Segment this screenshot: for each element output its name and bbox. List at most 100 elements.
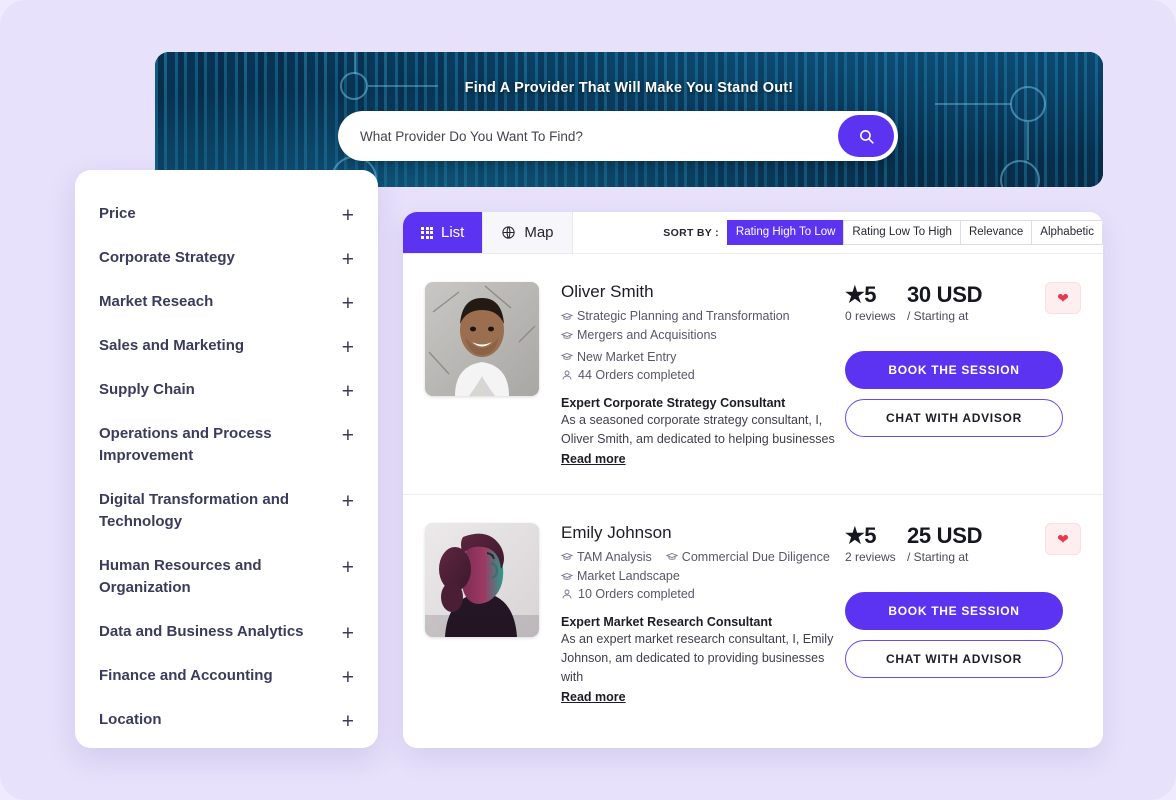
skill-tag: Commercial Due Diligence bbox=[665, 548, 830, 567]
price-note: / Starting at bbox=[907, 309, 969, 323]
provider-headline: Expert Market Research Consultant bbox=[561, 615, 773, 630]
skill-icon bbox=[561, 353, 573, 361]
tab-label: List bbox=[441, 224, 465, 241]
provider-info: Emily Johnson TAM Analysis Commercial Du… bbox=[539, 523, 845, 706]
skill-tag: Strategic Planning and Transformation bbox=[561, 307, 790, 326]
read-more-link[interactable]: Read more bbox=[561, 690, 626, 704]
plus-icon: + bbox=[341, 709, 354, 733]
plus-icon: + bbox=[341, 423, 354, 447]
circuit-trace bbox=[354, 52, 356, 74]
heart-icon: ❤ bbox=[1057, 290, 1069, 306]
reviews-count: 2 reviews bbox=[845, 549, 896, 564]
book-session-button[interactable]: BOOK THE SESSION bbox=[845, 591, 1063, 630]
plus-icon: + bbox=[341, 665, 354, 689]
provider-info: Oliver Smith Strategic Planning and Tran… bbox=[539, 282, 845, 468]
filter-label: Market Reseach bbox=[99, 292, 214, 310]
skill-tag-label: Commercial Due Diligence bbox=[681, 549, 830, 564]
sort-option-rating-low-to-high[interactable]: Rating Low To High bbox=[843, 219, 960, 246]
filter-label: Supply Chain bbox=[99, 380, 195, 398]
avatar[interactable] bbox=[425, 522, 539, 637]
skill-tag-label: TAM Analysis bbox=[577, 549, 652, 564]
plus-icon: + bbox=[341, 379, 354, 403]
plus-icon: + bbox=[341, 203, 354, 227]
filter-label: Digital Transformation and Technology bbox=[99, 490, 290, 531]
price-row: ★5 2 reviews 25 USD / Starting at ❤ bbox=[845, 522, 1081, 564]
avatar-photo-emily-johnson bbox=[425, 522, 539, 637]
search-bar bbox=[338, 111, 898, 161]
provider-pricing: ★5 2 reviews 25 USD / Starting at ❤ BOOK… bbox=[845, 522, 1081, 706]
filter-item-human-resources-and-organization[interactable]: Human Resources and Organization + bbox=[99, 544, 354, 610]
rating-block: ★5 2 reviews bbox=[845, 523, 907, 564]
orders-completed: 44 Orders completed bbox=[561, 368, 695, 382]
skill-tag: Mergers and Acquisitions bbox=[561, 326, 717, 345]
avatar[interactable] bbox=[425, 282, 539, 396]
sort-controls: SORT BY : Rating High To Low Rating Low … bbox=[663, 212, 1103, 253]
filter-item-digital-transformation-and-technology[interactable]: Digital Transformation and Technology + bbox=[99, 478, 354, 544]
reviews-count: 0 reviews bbox=[845, 309, 896, 323]
person-icon bbox=[562, 589, 572, 599]
provider-card: Oliver Smith Strategic Planning and Tran… bbox=[403, 254, 1103, 494]
plus-icon: + bbox=[341, 335, 354, 359]
price-row: ★5 0 reviews 30 USD / Starting at ❤ bbox=[845, 282, 1081, 323]
provider-headline: Expert Corporate Strategy Consultant bbox=[561, 396, 786, 411]
skill-tags: TAM Analysis Commercial Due Diligence bbox=[561, 548, 837, 567]
skill-tag: Market Landscape bbox=[561, 567, 680, 586]
results-panel: List Map SORT BY : Rating High To Low Ra… bbox=[403, 212, 1103, 748]
filter-label: Finance and Accounting bbox=[99, 666, 273, 684]
plus-icon: + bbox=[341, 555, 354, 579]
price-note: / Starting at bbox=[907, 549, 969, 564]
sort-option-rating-high-to-low[interactable]: Rating High To Low bbox=[726, 219, 844, 246]
filter-item-operations-and-process-improvement[interactable]: Operations and Process Improvement + bbox=[99, 412, 354, 478]
globe-icon bbox=[502, 226, 515, 239]
plus-icon: + bbox=[341, 489, 354, 513]
filter-item-price[interactable]: Price + bbox=[99, 192, 354, 236]
search-button[interactable] bbox=[838, 115, 894, 157]
price-block: 25 USD / Starting at bbox=[907, 523, 1045, 564]
rating-value: ★5 bbox=[845, 282, 876, 307]
filter-item-supply-chain[interactable]: Supply Chain + bbox=[99, 368, 354, 412]
filter-item-location[interactable]: Location + bbox=[99, 698, 354, 742]
plus-icon: + bbox=[341, 247, 354, 271]
skill-icon bbox=[561, 553, 573, 561]
filter-label: Sales and Marketing bbox=[99, 336, 245, 354]
sort-option-alphabetic[interactable]: Alphabetic bbox=[1031, 219, 1103, 246]
orders-label: 44 Orders completed bbox=[578, 368, 695, 383]
filter-item-market-research[interactable]: Market Reseach + bbox=[99, 280, 354, 324]
sort-by-label: SORT BY : bbox=[663, 226, 719, 239]
price-value: 30 USD bbox=[907, 282, 983, 307]
search-input[interactable] bbox=[338, 128, 838, 144]
favorite-button[interactable]: ❤ bbox=[1045, 282, 1081, 314]
tab-list[interactable]: List bbox=[403, 212, 484, 253]
price-value: 25 USD bbox=[907, 522, 983, 548]
avatar-photo-oliver-smith bbox=[425, 282, 539, 396]
heart-icon: ❤ bbox=[1057, 530, 1069, 547]
filter-item-corporate-strategy[interactable]: Corporate Strategy + bbox=[99, 236, 354, 280]
provider-description: As an expert market research consultant,… bbox=[561, 632, 834, 684]
filter-label: Operations and Process Improvement bbox=[99, 424, 272, 465]
sort-option-relevance[interactable]: Relevance bbox=[959, 219, 1032, 246]
skill-tag-label: Strategic Planning and Transformation bbox=[577, 309, 790, 323]
tab-label: Map bbox=[524, 224, 554, 241]
book-session-button[interactable]: BOOK THE SESSION bbox=[845, 351, 1063, 389]
filter-item-data-and-business-analytics[interactable]: Data and Business Analytics + bbox=[99, 610, 354, 654]
tab-map[interactable]: Map bbox=[483, 212, 573, 253]
provider-name: Oliver Smith bbox=[561, 282, 654, 301]
rating-value: ★5 bbox=[845, 522, 876, 548]
circuit-trace bbox=[1027, 122, 1029, 160]
skill-tag-label: New Market Entry bbox=[577, 349, 677, 364]
chat-with-advisor-button[interactable]: CHAT WITH ADVISOR bbox=[845, 639, 1063, 678]
hero-banner: Find A Provider That Will Make You Stand… bbox=[155, 52, 1103, 187]
read-more-link[interactable]: Read more bbox=[561, 452, 626, 466]
chat-with-advisor-button[interactable]: CHAT WITH ADVISOR bbox=[845, 399, 1063, 437]
orders-label: 10 Orders completed bbox=[578, 587, 695, 602]
filter-item-sales-and-marketing[interactable]: Sales and Marketing + bbox=[99, 324, 354, 368]
filter-item-finance-and-accounting[interactable]: Finance and Accounting + bbox=[99, 654, 354, 698]
hero-title: Find A Provider That Will Make You Stand… bbox=[464, 80, 794, 96]
search-icon bbox=[859, 129, 874, 144]
filter-label: Human Resources and Organization bbox=[99, 556, 262, 597]
skill-tags: Mergers and Acquisitions New Market Entr… bbox=[561, 326, 837, 367]
skill-tags: Market Landscape bbox=[561, 567, 837, 586]
plus-icon: + bbox=[341, 621, 354, 645]
favorite-button[interactable]: ❤ bbox=[1045, 522, 1081, 555]
skill-icon bbox=[561, 572, 573, 580]
